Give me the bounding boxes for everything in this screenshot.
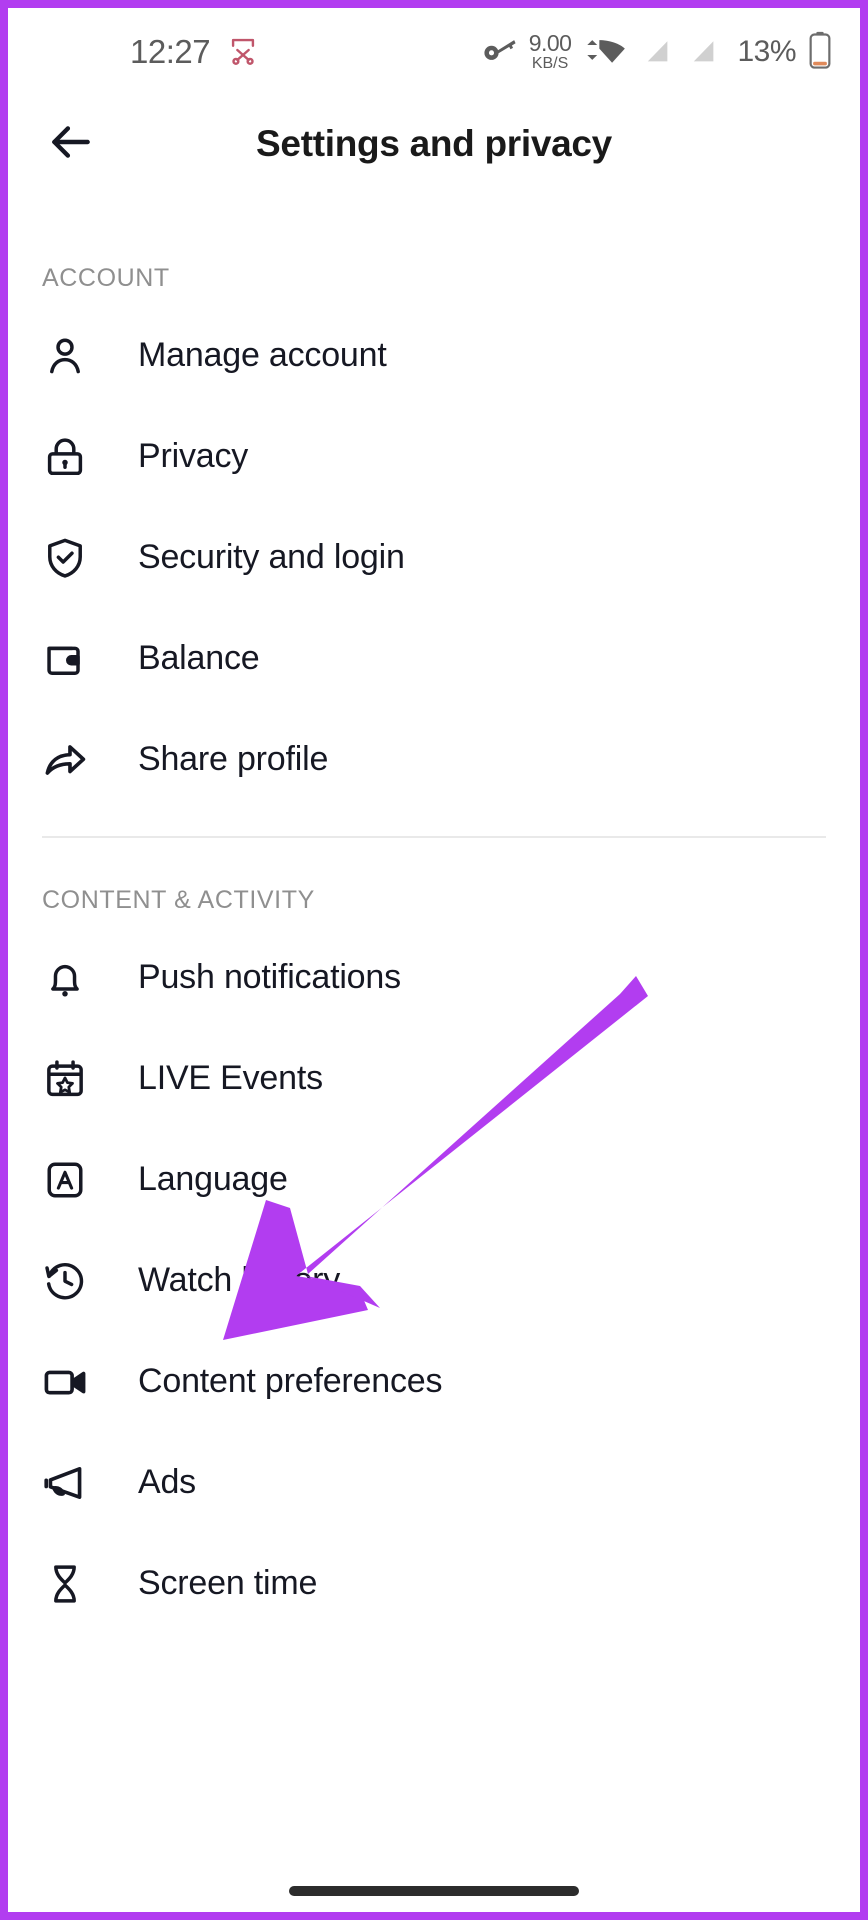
menu-item-push-notifications[interactable]: Push notifications	[8, 927, 860, 1028]
bell-icon	[42, 955, 88, 1001]
menu-item-label: Language	[138, 1160, 288, 1198]
battery-low-icon	[808, 31, 832, 74]
menu-item-label: Screen time	[138, 1564, 318, 1602]
menu-item-label: Ads	[138, 1463, 196, 1501]
section-account: ACCOUNT Manage account Privacy Security …	[8, 264, 860, 838]
megaphone-icon	[42, 1460, 88, 1506]
home-indicator-bar	[289, 1886, 579, 1896]
menu-item-language[interactable]: Language	[8, 1129, 860, 1230]
back-button[interactable]	[36, 109, 106, 179]
app-header: Settings and privacy	[8, 96, 860, 192]
menu-item-live-events[interactable]: LIVE Events	[8, 1028, 860, 1129]
network-speed-value: 9.00	[528, 30, 572, 56]
share-arrow-icon	[42, 737, 88, 783]
no-sim-icon	[639, 33, 673, 72]
person-icon	[42, 333, 88, 379]
menu-item-balance[interactable]: Balance	[8, 608, 860, 709]
menu-item-label: LIVE Events	[138, 1059, 323, 1097]
letter-a-box-icon	[42, 1157, 88, 1203]
wifi-icon	[583, 33, 627, 72]
phone-frame: 12:27 9.00 KB/S 13% Settings and privacy…	[0, 0, 868, 1920]
menu-item-manage-account[interactable]: Manage account	[8, 305, 860, 406]
lock-icon	[42, 434, 88, 480]
scissors-crop-icon	[226, 33, 260, 72]
video-camera-icon	[42, 1359, 88, 1405]
no-sim-icon	[685, 33, 719, 72]
menu-item-label: Privacy	[138, 437, 249, 475]
menu-item-label: Content preferences	[138, 1362, 443, 1400]
menu-item-label: Watch history	[138, 1261, 341, 1299]
shield-check-icon	[42, 535, 88, 581]
menu-item-label: Manage account	[138, 336, 387, 374]
menu-item-security-and-login[interactable]: Security and login	[8, 507, 860, 608]
menu-item-screen-time[interactable]: Screen time	[8, 1533, 860, 1634]
hourglass-icon	[42, 1561, 88, 1607]
section-divider	[42, 836, 826, 838]
status-bar: 12:27 9.00 KB/S 13%	[8, 8, 860, 96]
network-speed-unit: KB/S	[531, 55, 569, 72]
content-menu-list: Push notifications LIVE Events Language …	[8, 927, 860, 1634]
section-content-activity: CONTENT & ACTIVITY Push notifications LI…	[8, 886, 860, 1634]
menu-item-share-profile[interactable]: Share profile	[8, 709, 860, 810]
page-title: Settings and privacy	[256, 123, 612, 164]
status-time: 12:27	[130, 33, 211, 70]
section-header-content-activity: CONTENT & ACTIVITY	[42, 886, 315, 914]
key-icon	[483, 35, 517, 70]
menu-item-ads[interactable]: Ads	[8, 1432, 860, 1533]
menu-item-label: Share profile	[138, 740, 329, 778]
menu-item-content-preferences[interactable]: Content preferences	[8, 1331, 860, 1432]
arrow-left-icon	[46, 117, 96, 172]
account-menu-list: Manage account Privacy Security and logi…	[8, 305, 860, 810]
menu-item-label: Security and login	[138, 538, 405, 576]
status-bar-right: 9.00 KB/S 13%	[483, 31, 832, 74]
clock-history-icon	[42, 1258, 88, 1304]
menu-item-watch-history[interactable]: Watch history	[8, 1230, 860, 1331]
menu-item-label: Push notifications	[138, 958, 401, 996]
battery-percent-label: 13%	[737, 35, 796, 68]
section-header-account: ACCOUNT	[42, 264, 170, 292]
screen: 12:27 9.00 KB/S 13% Settings and privacy…	[8, 8, 860, 1912]
network-speed-indicator: 9.00 KB/S	[529, 32, 572, 72]
status-bar-left: 12:27	[130, 33, 260, 72]
wallet-icon	[42, 636, 88, 682]
menu-item-privacy[interactable]: Privacy	[8, 406, 860, 507]
menu-item-label: Balance	[138, 639, 260, 677]
calendar-star-icon	[42, 1056, 88, 1102]
